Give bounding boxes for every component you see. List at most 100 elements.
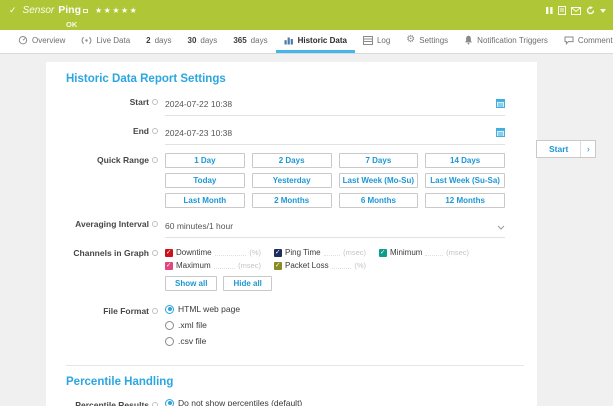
channel-unit: (msec) (238, 261, 261, 270)
check-icon: ✓ (9, 5, 17, 16)
channels-label: Channels in Graph (73, 248, 149, 258)
channel-downtime[interactable]: Downtime (%) (165, 248, 261, 257)
quick-range-14-days-button[interactable]: 14 Days (425, 153, 505, 168)
quick-range-today-button[interactable]: Today (165, 173, 245, 188)
quick-range-2-months-button[interactable]: 2 Months (252, 193, 332, 208)
channel-minimum[interactable]: Minimum (msec) (379, 248, 469, 257)
channel-ping-time[interactable]: Ping Time (msec) (274, 248, 366, 257)
tab-30-days[interactable]: 30days (180, 30, 226, 53)
end-date-value: 2024-07-23 10:38 (165, 128, 232, 138)
tab-label: Notification Triggers (477, 36, 548, 45)
file-format-option-html[interactable]: HTML web page (165, 304, 505, 314)
file-format-option-xml[interactable]: .xml file (165, 320, 505, 330)
file-format-row: File Format HTML web page .xml file .csv… (46, 304, 537, 352)
calendar-icon[interactable] (496, 95, 505, 113)
status-badge: OK (66, 20, 613, 29)
channel-unit: (msec) (446, 248, 469, 257)
checkbox-downtime[interactable] (165, 249, 173, 257)
pause-icon[interactable] (546, 6, 553, 15)
info-icon[interactable] (152, 402, 158, 406)
quick-range-1-day-button[interactable]: 1 Day (165, 153, 245, 168)
show-all-button[interactable]: Show all (165, 276, 217, 291)
checkbox-packet-loss[interactable] (274, 262, 282, 270)
quick-range-label: Quick Range (97, 155, 149, 165)
quick-range-12-months-button[interactable]: 12 Months (425, 193, 505, 208)
info-icon[interactable] (152, 128, 158, 134)
start-date-input[interactable]: 2024-07-22 10:38 (165, 95, 505, 116)
quick-range-2-days-button[interactable]: 2 Days (252, 153, 332, 168)
checkbox-minimum[interactable] (379, 249, 387, 257)
bar-chart-icon (284, 36, 294, 45)
mail-icon[interactable] (571, 7, 581, 15)
tab-overview[interactable]: Overview (10, 30, 73, 53)
checkbox-ping-time[interactable] (274, 249, 282, 257)
end-date-input[interactable]: 2024-07-23 10:38 (165, 124, 505, 145)
start-row: Start 2024-07-22 10:38 (46, 95, 537, 116)
info-icon[interactable] (152, 157, 158, 163)
start-report-button[interactable]: Start › (536, 140, 596, 158)
quick-range-row: Quick Range 1 Day 2 Days 7 Days 14 Days … (46, 153, 537, 208)
tab-label: Comments (578, 36, 613, 45)
tab-365-days[interactable]: 365days (225, 30, 275, 53)
tab-log[interactable]: Log (355, 30, 398, 53)
quick-range-last-month-button[interactable]: Last Month (165, 193, 245, 208)
tab-comments[interactable]: Comments (556, 30, 613, 53)
refresh-icon[interactable] (586, 6, 595, 15)
averaging-interval-value: 60 minutes/1 hour (165, 221, 233, 231)
radio-csv-file[interactable] (165, 337, 174, 346)
quick-range-yesterday-button[interactable]: Yesterday (252, 173, 332, 188)
gauge-icon (18, 35, 28, 45)
file-format-label: File Format (103, 306, 149, 316)
percentile-results-label: Percentile Results (75, 400, 149, 406)
quick-range-7-days-button[interactable]: 7 Days (339, 153, 419, 168)
percentile-results-row: Percentile Results Do not show percentil… (46, 398, 537, 406)
info-icon[interactable] (152, 250, 158, 256)
channel-packet-loss[interactable]: Packet Loss (%) (274, 261, 366, 270)
chevron-right-icon[interactable]: › (580, 141, 595, 157)
tab-label: Log (377, 36, 390, 45)
channel-maximum[interactable]: Maximum (msec) (165, 261, 261, 270)
channel-unit: (msec) (343, 248, 366, 257)
tab-2-days[interactable]: 2days (138, 30, 179, 53)
averaging-interval-label: Averaging Interval (75, 219, 149, 229)
channel-unit: (%) (249, 248, 261, 257)
percentile-option-hide[interactable]: Do not show percentiles (default) (165, 398, 505, 406)
start-date-value: 2024-07-22 10:38 (165, 99, 232, 109)
sensor-name: Ping (58, 4, 81, 16)
gear-icon: ⚙ (406, 35, 415, 45)
quick-range-last-week-su-sa-button[interactable]: Last Week (Su-Sa) (425, 173, 505, 188)
sensor-kind-label: Sensor (23, 5, 55, 16)
tab-label: Settings (419, 36, 448, 45)
bell-icon (464, 35, 473, 45)
end-row: End 2024-07-23 10:38 (46, 124, 537, 145)
checkbox-maximum[interactable] (165, 262, 173, 270)
caret-down-icon[interactable] (600, 9, 606, 13)
tab-historic-data[interactable]: Historic Data (276, 30, 355, 53)
averaging-interval-select[interactable]: 60 minutes/1 hour (165, 217, 505, 238)
tab-live-data[interactable]: Live Data (73, 30, 138, 53)
quick-range-6-months-button[interactable]: 6 Months (339, 193, 419, 208)
tab-notification-triggers[interactable]: Notification Triggers (456, 30, 556, 53)
tab-bar: Overview Live Data 2days 30days 365days … (0, 30, 613, 54)
calendar-icon[interactable] (496, 124, 505, 142)
priority-stars[interactable]: ★★★★★ (95, 6, 138, 15)
radio-do-not-show-percentiles[interactable] (165, 399, 174, 406)
report-icon[interactable] (558, 6, 566, 15)
live-icon (81, 36, 92, 45)
radio-xml-file[interactable] (165, 321, 174, 330)
chevron-down-icon (497, 217, 505, 235)
start-label: Start (130, 97, 149, 107)
hide-all-button[interactable]: Hide all (223, 276, 271, 291)
channels-row: Channels in Graph Downtime (%) Ping Time… (46, 246, 537, 291)
section-divider (66, 365, 524, 366)
radio-html-web-page[interactable] (165, 305, 174, 314)
comment-icon (564, 36, 574, 45)
info-icon[interactable] (152, 99, 158, 105)
file-format-option-csv[interactable]: .csv file (165, 336, 505, 346)
percentile-section-title: Percentile Handling (66, 376, 537, 388)
quick-range-last-week-mo-su-button[interactable]: Last Week (Mo-Su) (339, 173, 419, 188)
info-icon[interactable] (152, 221, 158, 227)
log-icon (363, 36, 373, 45)
info-icon[interactable] (152, 308, 158, 314)
tab-settings[interactable]: ⚙ Settings (398, 30, 456, 53)
